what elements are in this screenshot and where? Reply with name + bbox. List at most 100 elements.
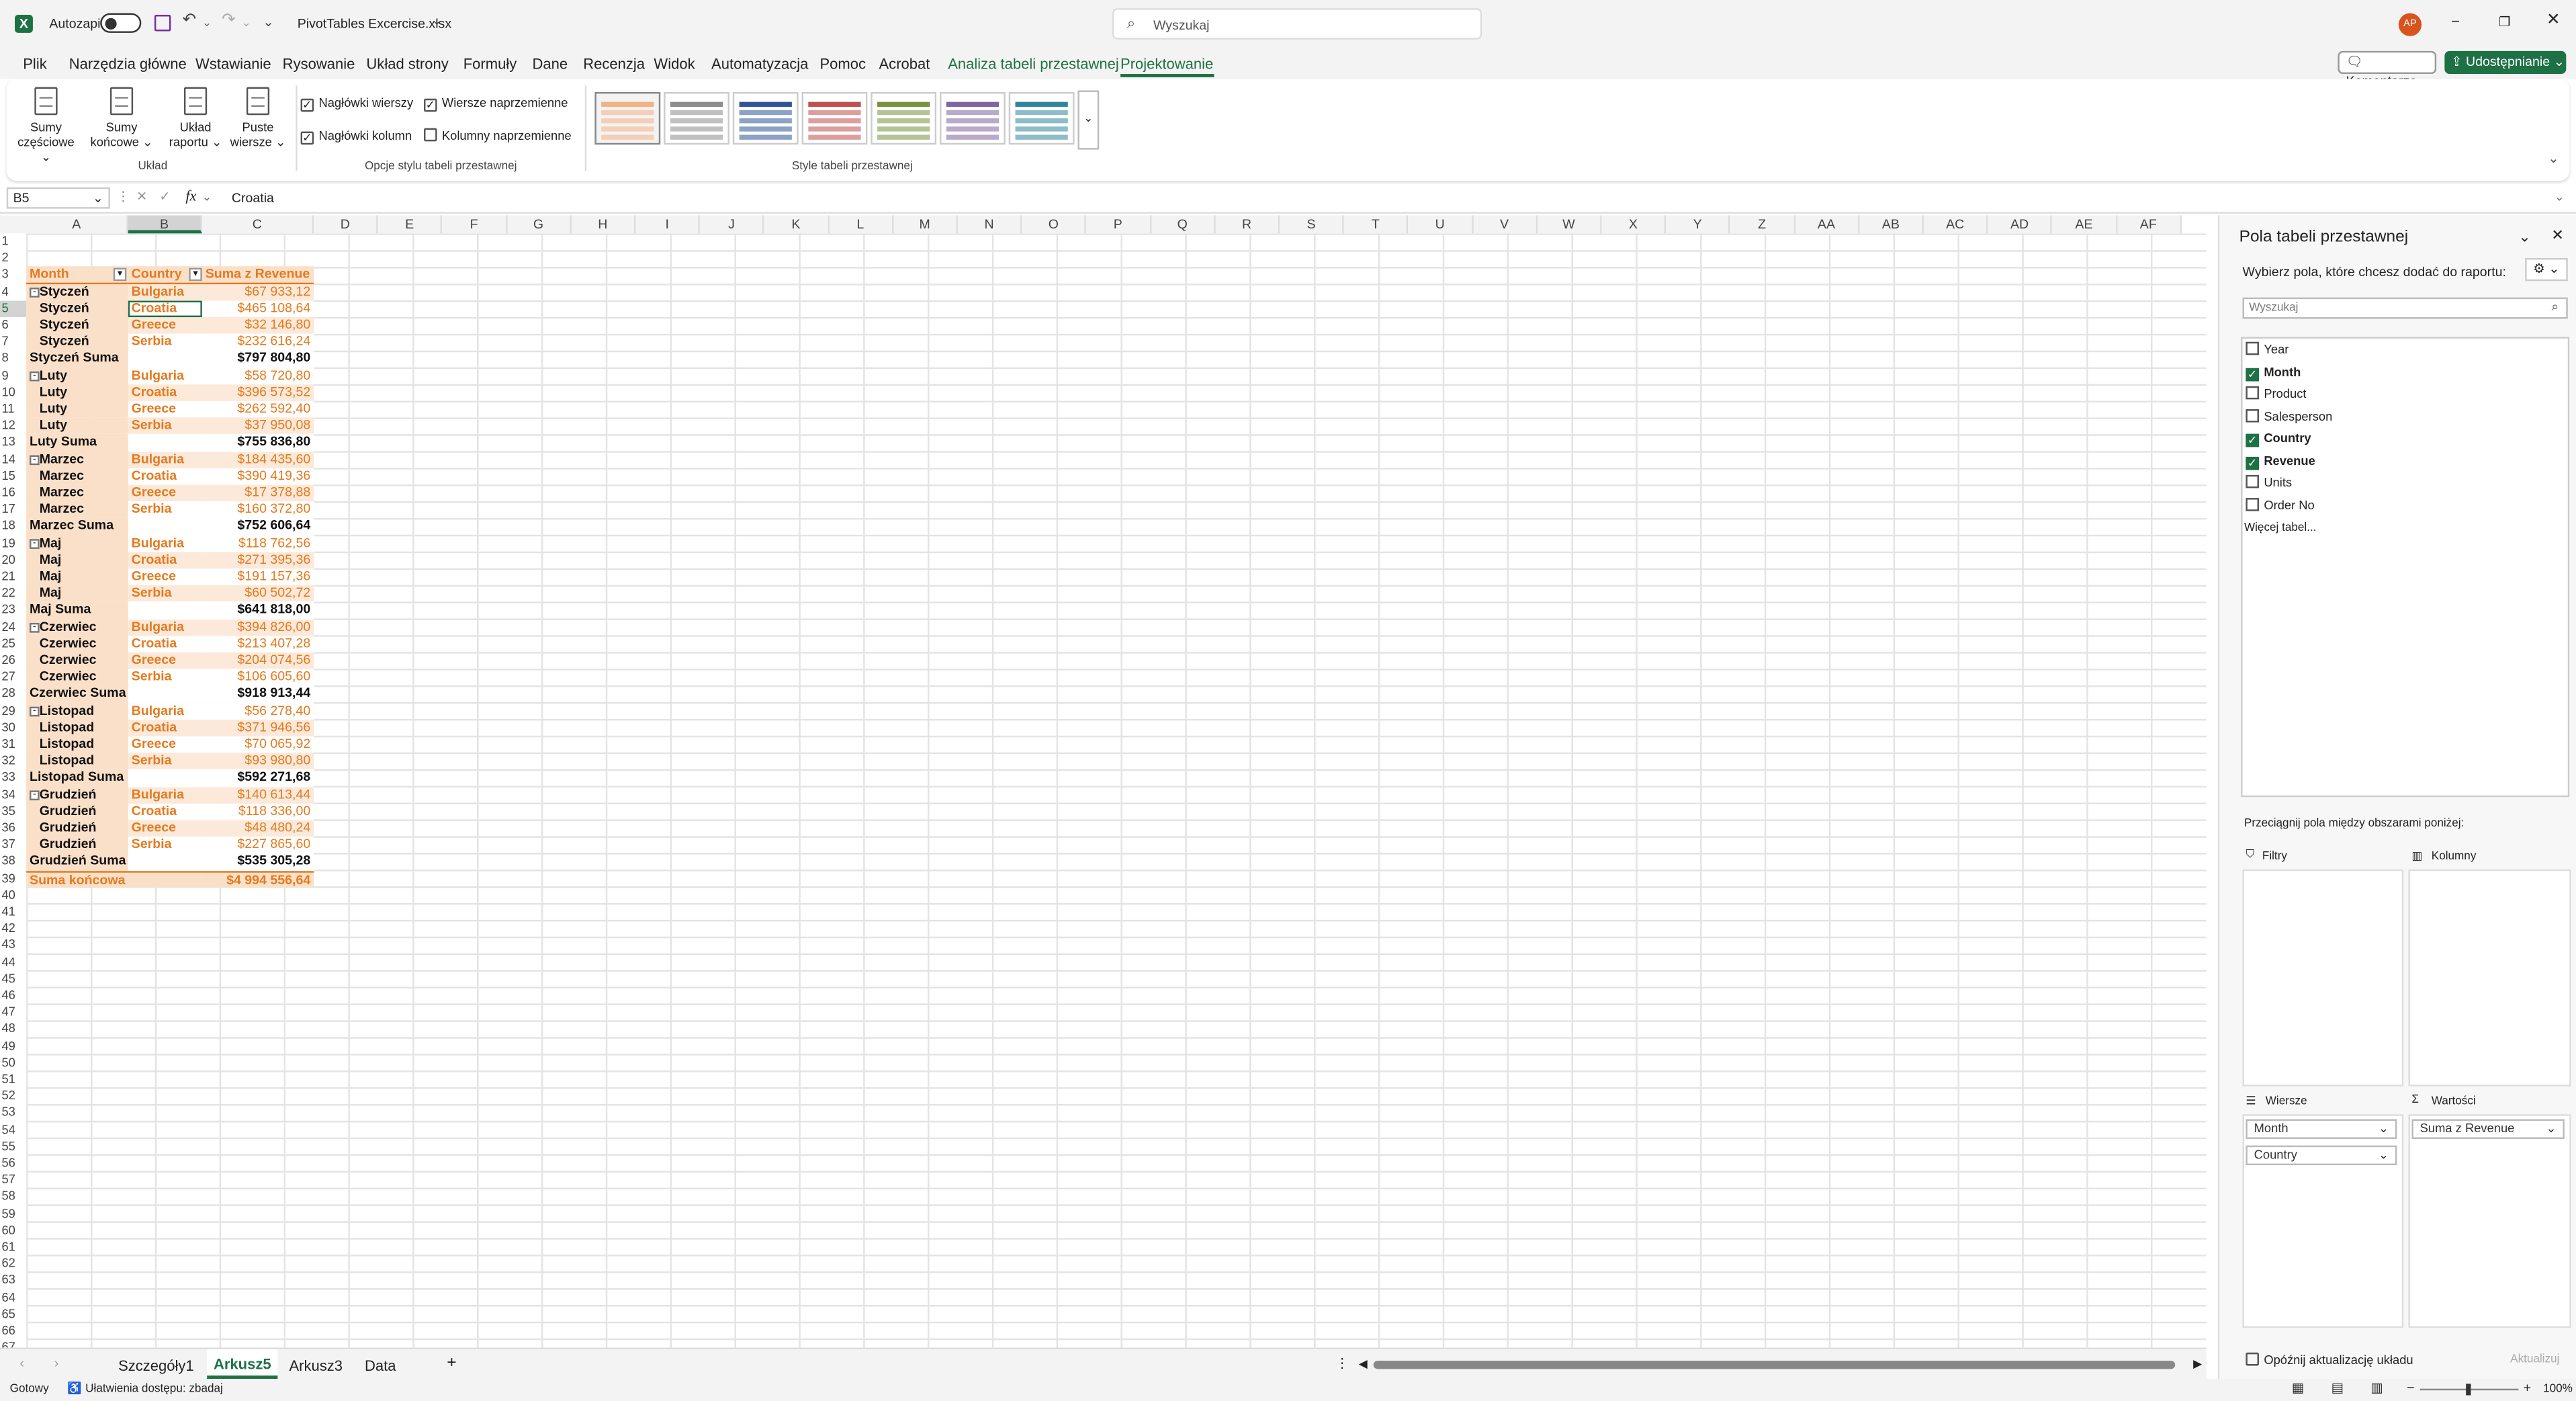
pivot-cell-month[interactable]: Listopad bbox=[26, 736, 128, 753]
pivot-cell-month[interactable]: Luty bbox=[26, 417, 128, 435]
pivot-cell-country[interactable] bbox=[128, 853, 202, 871]
row-header[interactable]: 12 bbox=[0, 418, 26, 435]
pivot-cell-country[interactable] bbox=[128, 518, 202, 536]
tab-page-layout[interactable]: Układ strony bbox=[366, 56, 448, 72]
formula-content[interactable]: Croatia bbox=[232, 191, 274, 206]
pivot-cell-month[interactable]: Styczeń bbox=[26, 333, 128, 351]
pivot-cell-month[interactable]: Maj bbox=[26, 535, 128, 552]
row-header[interactable]: 6 bbox=[0, 317, 26, 334]
pivot-cell-month[interactable]: Listopad bbox=[26, 719, 128, 736]
pivot-style-swatch[interactable] bbox=[732, 91, 799, 145]
row-header[interactable]: 4 bbox=[0, 284, 26, 300]
tab-view[interactable]: Widok bbox=[654, 56, 695, 72]
row-header[interactable]: 10 bbox=[0, 384, 26, 401]
row-header[interactable]: 64 bbox=[0, 1289, 26, 1306]
collapse-icon[interactable]: - bbox=[30, 370, 40, 381]
pane-close-icon[interactable]: ✕ bbox=[2551, 227, 2563, 245]
pivot-cell-country[interactable]: Serbia bbox=[128, 417, 202, 435]
row-header[interactable]: 31 bbox=[0, 736, 26, 753]
pivot-cell-month[interactable]: Luty bbox=[26, 400, 128, 418]
pivot-cell-country[interactable]: Bulgaria bbox=[128, 535, 202, 552]
column-header[interactable]: Y bbox=[1666, 215, 1731, 234]
autosave-toggle[interactable] bbox=[100, 13, 142, 33]
pivot-cell-country[interactable]: Greece bbox=[128, 652, 202, 669]
row-header[interactable]: 46 bbox=[0, 988, 26, 1005]
pivot-cell-revenue[interactable]: $752 606,64 bbox=[202, 518, 314, 536]
row-header[interactable]: 34 bbox=[0, 787, 26, 804]
column-headers-checkbox[interactable]: ✓ Nagłówki kolumn bbox=[300, 128, 412, 145]
row-header[interactable]: 26 bbox=[0, 652, 26, 669]
pivot-style-swatch[interactable] bbox=[939, 91, 1006, 145]
row-header[interactable]: 66 bbox=[0, 1323, 26, 1340]
column-header[interactable]: X bbox=[1601, 215, 1667, 234]
row-header[interactable]: 11 bbox=[0, 401, 26, 418]
pivot-style-swatch[interactable] bbox=[871, 91, 937, 145]
pivot-cell-revenue[interactable]: $93 980,80 bbox=[202, 753, 314, 770]
pivot-cell-revenue[interactable]: $48 480,24 bbox=[202, 820, 314, 837]
row-header[interactable]: 32 bbox=[0, 753, 26, 770]
row-header[interactable]: 23 bbox=[0, 602, 26, 619]
field-salesperson[interactable]: Salesperson bbox=[2246, 408, 2332, 423]
pivot-cell-country[interactable]: Serbia bbox=[128, 753, 202, 770]
column-header[interactable]: K bbox=[764, 215, 830, 234]
sheet-tab-data[interactable]: Data bbox=[365, 1357, 396, 1373]
column-header[interactable]: AF bbox=[2117, 215, 2182, 234]
row-header[interactable]: 37 bbox=[0, 837, 26, 853]
column-header[interactable]: N bbox=[957, 215, 1022, 234]
pivot-cell-revenue[interactable]: $204 074,56 bbox=[202, 652, 314, 669]
column-header[interactable]: H bbox=[571, 215, 636, 234]
values-item-revenue[interactable]: Suma z Revenue ⌄ bbox=[2411, 1119, 2565, 1139]
tab-acrobat[interactable]: Acrobat bbox=[879, 56, 930, 72]
pivot-cell-revenue[interactable]: $394 826,00 bbox=[202, 619, 314, 636]
pivot-cell-country[interactable] bbox=[128, 434, 202, 452]
column-header[interactable]: AE bbox=[2052, 215, 2117, 234]
row-header[interactable]: 29 bbox=[0, 703, 26, 720]
pivot-style-swatch[interactable] bbox=[664, 91, 729, 145]
pivot-cell-country[interactable] bbox=[128, 870, 202, 888]
column-header[interactable]: AD bbox=[1988, 215, 2053, 234]
pane-chevron-icon[interactable]: ⌄ bbox=[2518, 228, 2530, 247]
pivot-cell-country[interactable]: Serbia bbox=[128, 333, 202, 351]
row-header[interactable]: 43 bbox=[0, 937, 26, 954]
row-header[interactable]: 58 bbox=[0, 1189, 26, 1205]
row-header[interactable]: 15 bbox=[0, 468, 26, 485]
row-header[interactable]: 9 bbox=[0, 368, 26, 384]
column-header[interactable]: A bbox=[26, 215, 128, 234]
pivot-cell-month[interactable]: Luty bbox=[26, 384, 128, 401]
tab-review[interactable]: Recenzja bbox=[583, 56, 645, 72]
share-button[interactable]: ⇪ Udostępnianie ⌄ bbox=[2444, 50, 2567, 75]
column-header[interactable]: L bbox=[829, 215, 893, 234]
pivot-cell-month[interactable]: Suma końcowa bbox=[26, 870, 128, 888]
pivot-style-swatch[interactable] bbox=[594, 91, 661, 145]
banded-rows-checkbox[interactable]: ✓ Wiersze naprzemienne bbox=[424, 95, 568, 112]
row-header[interactable]: 35 bbox=[0, 803, 26, 820]
row-header[interactable]: 55 bbox=[0, 1138, 26, 1155]
collapse-icon[interactable]: - bbox=[30, 454, 40, 465]
ribbon-collapse-icon[interactable]: ⌄ bbox=[2548, 151, 2559, 166]
close-icon[interactable]: ✕ bbox=[2546, 11, 2561, 30]
pivot-cell-revenue[interactable]: $56 278,40 bbox=[202, 702, 314, 720]
pivot-cell-revenue[interactable]: $396 573,52 bbox=[202, 384, 314, 401]
pivot-cell-country[interactable]: Greece bbox=[128, 484, 202, 502]
field-search-input[interactable]: Wyszukaj ⌕ bbox=[2242, 297, 2568, 319]
tab-help[interactable]: Pomoc bbox=[819, 56, 866, 72]
pivot-cell-month[interactable]: Czerwiec bbox=[26, 636, 128, 652]
defer-update-checkbox[interactable]: Opóźnij aktualizację układu bbox=[2246, 1352, 2413, 1367]
row-header[interactable]: 41 bbox=[0, 904, 26, 921]
row-header[interactable]: 47 bbox=[0, 1005, 26, 1021]
pivot-cell-country[interactable]: Bulgaria bbox=[128, 451, 202, 468]
update-button[interactable]: Aktualizuj bbox=[2510, 1354, 2559, 1365]
field-month[interactable]: ✓ Month bbox=[2246, 364, 2301, 381]
prev-sheet-icon[interactable]: ‹ bbox=[19, 1356, 24, 1371]
row-header[interactable]: 27 bbox=[0, 669, 26, 686]
column-header[interactable]: C bbox=[202, 215, 314, 234]
column-header[interactable]: P bbox=[1086, 215, 1151, 234]
collapse-icon[interactable]: - bbox=[30, 790, 40, 800]
pivot-cell-month[interactable]: Grudzień bbox=[26, 837, 128, 854]
field-year[interactable]: Year bbox=[2246, 341, 2289, 357]
more-icon[interactable]: ⋮ bbox=[117, 189, 130, 204]
more-tables-link[interactable]: Więcej tabel... bbox=[2244, 523, 2317, 534]
restore-icon[interactable]: ❐ bbox=[2499, 15, 2511, 30]
undo-icon[interactable]: ↶ bbox=[182, 11, 196, 30]
column-header[interactable]: R bbox=[1215, 215, 1280, 234]
